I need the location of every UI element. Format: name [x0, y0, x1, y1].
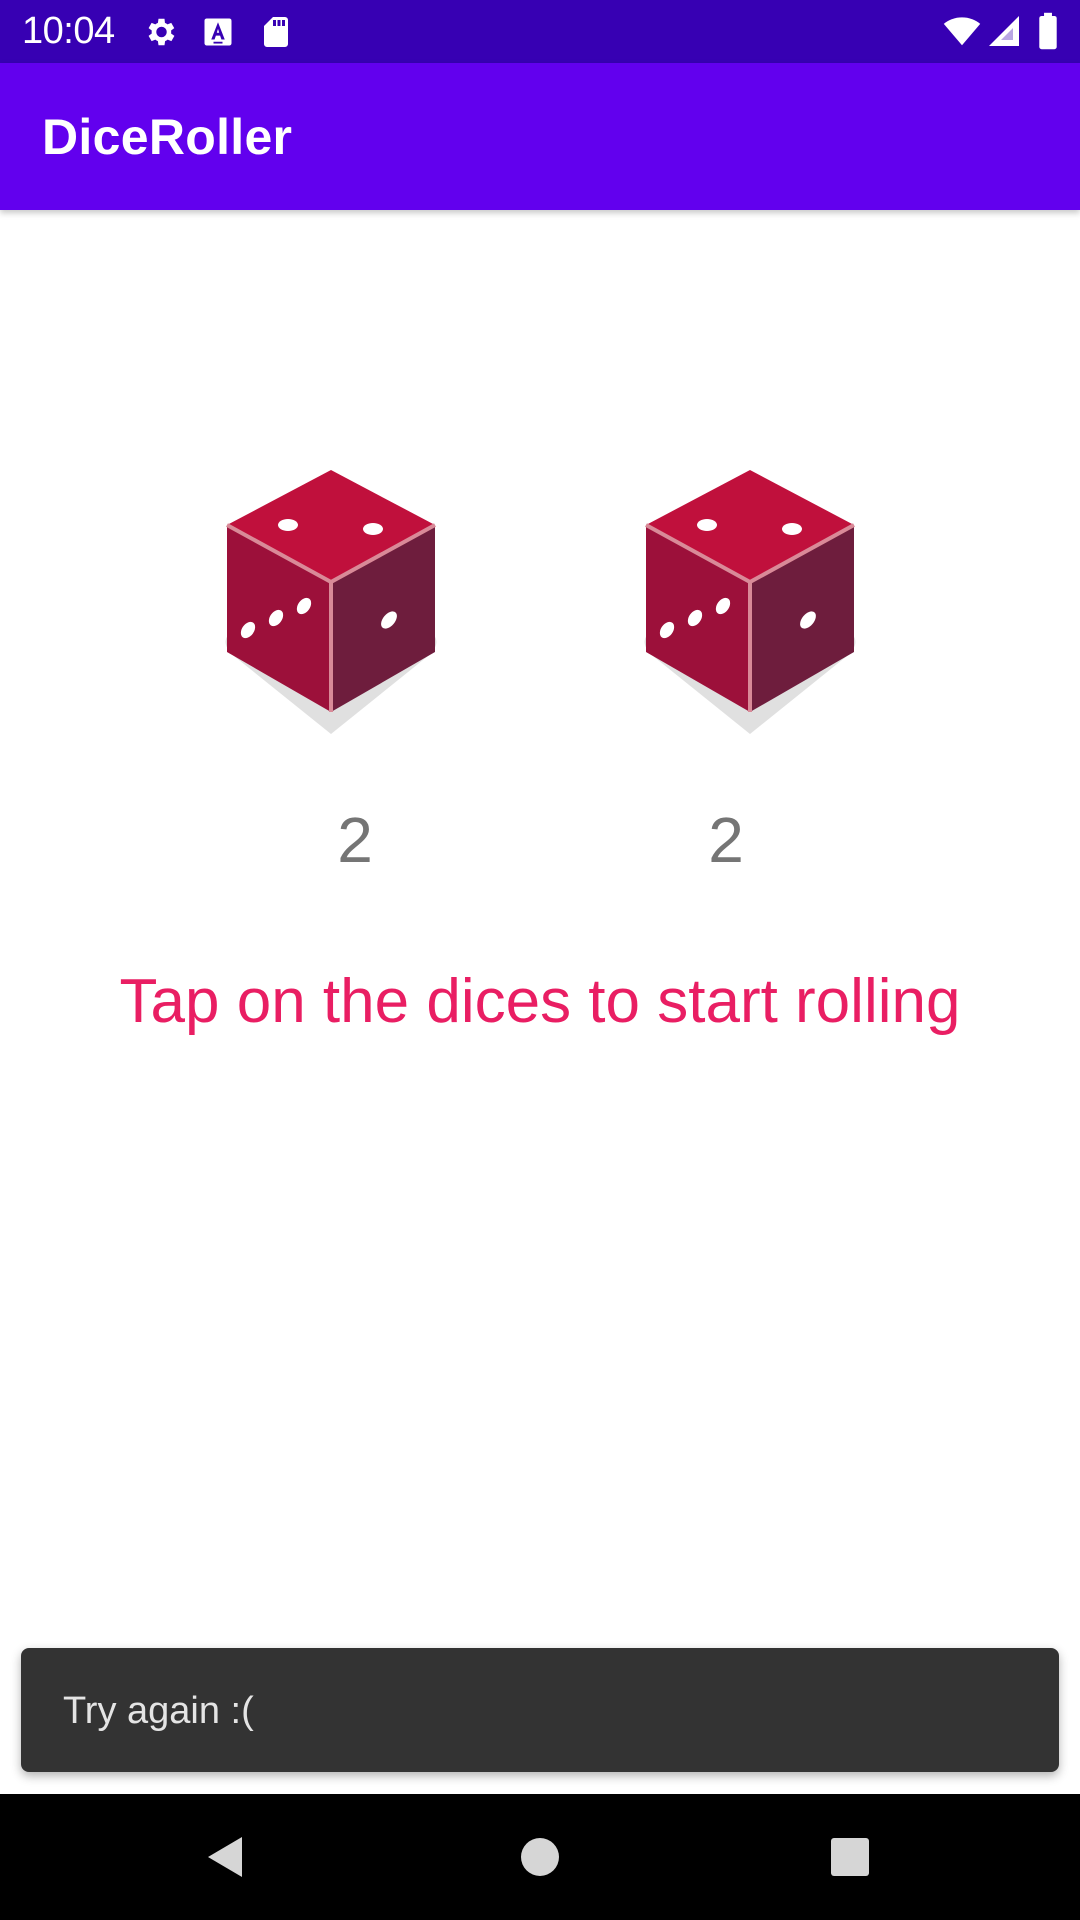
nav-bar	[0, 1794, 1080, 1920]
screen: 10:04 DiceRoller 2 2 Tap on the dices to…	[0, 0, 1080, 1920]
status-time: 10:04	[22, 10, 115, 52]
home-button[interactable]	[510, 1827, 570, 1887]
die-right-value: 2	[708, 804, 744, 876]
die-image	[644, 470, 856, 734]
app-bar: DiceRoller	[0, 63, 1080, 210]
snackbar: Try again :(	[21, 1648, 1059, 1772]
die-left[interactable]	[209, 462, 453, 740]
die-right[interactable]	[628, 462, 872, 740]
gear-icon	[148, 18, 175, 46]
text-a-icon	[204, 18, 232, 46]
back-icon	[208, 1837, 242, 1877]
recents-icon	[831, 1838, 869, 1876]
snackbar-message: Try again :(	[63, 1690, 254, 1732]
die-image	[225, 470, 437, 734]
back-button[interactable]	[196, 1827, 256, 1887]
app-title: DiceRoller	[42, 109, 293, 165]
die-left-value: 2	[337, 804, 373, 876]
signal-icon	[989, 16, 1019, 46]
wifi-icon	[943, 17, 981, 46]
recents-button[interactable]	[820, 1827, 880, 1887]
sd-card-icon	[264, 17, 288, 47]
battery-icon	[1039, 12, 1057, 50]
home-icon	[521, 1838, 559, 1876]
hint-text: Tap on the dices to start rolling	[119, 967, 961, 1036]
status-bar: 10:04	[0, 0, 1080, 63]
